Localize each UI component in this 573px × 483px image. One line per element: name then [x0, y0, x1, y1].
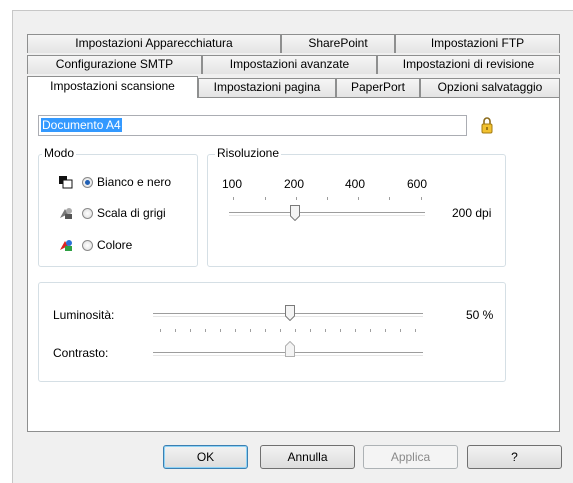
tab-impostazioni-avanzate[interactable]: Impostazioni avanzate: [202, 55, 377, 74]
profile-name-text: Documento A4: [41, 118, 122, 132]
grayscale-label: Scala di grigi: [97, 206, 166, 220]
resolution-tick-100: 100: [222, 177, 243, 191]
ok-button[interactable]: OK: [163, 445, 248, 469]
resolution-tick-mark: [389, 197, 390, 200]
bw-label: Bianco e nero: [97, 175, 172, 189]
bw-mode-icon: [59, 176, 73, 189]
profile-name-field[interactable]: Documento A4: [38, 115, 467, 136]
mode-option-grayscale[interactable]: Scala di grigi: [58, 206, 166, 220]
tab-sharepoint[interactable]: SharePoint: [281, 34, 395, 53]
tab-impostazioni-di-revisione[interactable]: Impostazioni di revisione: [377, 55, 560, 74]
color-label: Colore: [97, 238, 133, 252]
tab-impostazioni-pagina[interactable]: Impostazioni pagina: [198, 78, 336, 97]
lock-icon: [481, 117, 493, 134]
brightness-slider-thumb[interactable]: [285, 305, 295, 321]
resolution-slider-track[interactable]: [229, 212, 425, 216]
tab-impostazioni-apparecchiatura[interactable]: Impostazioni Apparecchiatura: [27, 34, 281, 53]
help-button[interactable]: ?: [467, 445, 562, 469]
resolution-tick-mark: [358, 197, 359, 200]
mode-option-color[interactable]: Colore: [58, 238, 132, 252]
resolution-group-title: Risoluzione: [215, 146, 282, 160]
bw-radio[interactable]: [82, 176, 93, 188]
tick-marks-row: [160, 329, 416, 332]
tab-impostazioni-scansione[interactable]: Impostazioni scansione: [27, 76, 198, 98]
resolution-tick-mark: [327, 197, 328, 200]
resolution-tick-400: 400: [345, 177, 366, 191]
grayscale-radio[interactable]: [82, 207, 93, 219]
resolution-tick-mark: [296, 197, 297, 200]
tab-opzioni-salvataggio[interactable]: Opzioni salvataggio: [420, 78, 560, 97]
mode-group-title: Modo: [42, 146, 77, 160]
resolution-value: 200 dpi: [452, 206, 492, 220]
tab-paperport[interactable]: PaperPort: [336, 78, 420, 97]
cancel-button[interactable]: Annulla: [260, 445, 355, 469]
resolution-slider-thumb[interactable]: [290, 205, 300, 221]
contrast-slider-thumb[interactable]: [285, 341, 295, 357]
apply-button[interactable]: Applica: [363, 445, 458, 469]
tab-impostazioni-ftp[interactable]: Impostazioni FTP: [395, 34, 560, 53]
mode-option-bw[interactable]: Bianco e nero: [58, 175, 171, 189]
brightness-label: Luminosità:: [53, 308, 115, 322]
tab-configurazione-smtp[interactable]: Configurazione SMTP: [27, 55, 202, 74]
resolution-tick-mark: [265, 197, 266, 200]
resolution-tick-200: 200: [284, 177, 305, 191]
color-radio[interactable]: [82, 239, 93, 251]
resolution-tick-600: 600: [407, 177, 428, 191]
contrast-label: Contrasto:: [53, 346, 109, 360]
brightness-value: 50 %: [466, 308, 494, 322]
color-mode-icon: [60, 240, 72, 251]
resolution-tick-mark: [421, 197, 422, 200]
resolution-tick-mark: [233, 197, 234, 200]
grayscale-mode-icon: [60, 208, 72, 219]
